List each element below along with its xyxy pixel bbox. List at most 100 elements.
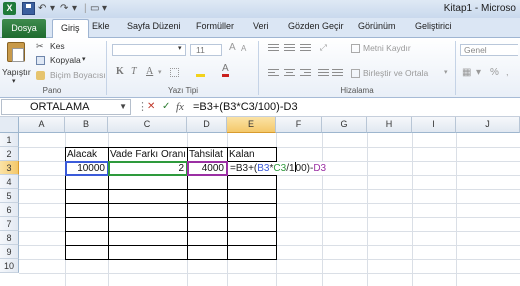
tab-formulas[interactable]: Formüller <box>196 21 234 31</box>
align-center-icon[interactable] <box>284 69 295 78</box>
font-size-dropdown[interactable]: 11 <box>190 44 222 56</box>
increase-indent-icon[interactable] <box>332 69 343 78</box>
formula-input[interactable]: =B3+(B3*C3/100)-D3 <box>193 99 519 115</box>
align-right-icon[interactable] <box>300 69 311 78</box>
underline-dropdown-icon[interactable]: ▾ <box>158 68 162 76</box>
undo-dropdown-icon[interactable]: ▾ <box>50 2 55 15</box>
customize-qat-icon[interactable]: ▾ <box>102 2 107 15</box>
column-header-g[interactable]: G <box>322 117 367 133</box>
number-format-value: Genel <box>464 45 487 55</box>
align-middle-icon[interactable] <box>284 44 295 53</box>
tab-file[interactable]: Dosya <box>2 19 46 38</box>
merge-center-icon[interactable] <box>351 69 360 78</box>
tab-page-layout[interactable]: Sayfa Düzeni <box>127 21 181 31</box>
tab-review[interactable]: Gözden Geçir <box>288 21 344 31</box>
row-header-6[interactable]: 6 <box>0 203 19 217</box>
shrink-font-icon[interactable]: A <box>241 44 246 53</box>
row-header-4[interactable]: 4 <box>0 175 19 189</box>
column-header-d[interactable]: D <box>187 117 227 133</box>
paste-icon[interactable] <box>7 42 25 62</box>
cell-e3-editor[interactable]: =B3+(B3*C3/100)-D3 <box>228 162 328 175</box>
decrease-indent-icon[interactable] <box>318 69 329 78</box>
grow-font-icon[interactable]: A <box>229 42 236 53</box>
percent-style-icon[interactable]: % <box>490 67 499 78</box>
select-all-corner[interactable] <box>0 117 19 133</box>
worksheet-grid[interactable]: A B C D E F G H I J 1 2 3 4 5 6 7 8 9 10… <box>0 117 520 286</box>
row-header-9[interactable]: 9 <box>0 245 19 259</box>
redo-dropdown-icon[interactable]: ▾ <box>72 2 77 15</box>
number-format-dropdown[interactable]: Genel <box>460 44 518 56</box>
excel-logo-icon[interactable]: X <box>3 2 16 15</box>
format-painter-icon[interactable] <box>36 71 45 80</box>
enter-entry-icon[interactable]: ✓ <box>162 99 170 115</box>
fill-color-icon[interactable] <box>196 68 205 77</box>
accounting-dropdown-icon[interactable]: ▾ <box>476 67 481 78</box>
merge-dropdown-icon[interactable]: ▾ <box>444 68 448 76</box>
column-header-f[interactable]: F <box>276 117 322 133</box>
tab-view[interactable]: Görünüm <box>358 21 396 31</box>
row-header-5[interactable]: 5 <box>0 189 19 203</box>
wrap-text-icon[interactable] <box>351 44 360 53</box>
cut-icon[interactable]: ✂ <box>36 41 45 51</box>
column-header-e[interactable]: E <box>227 117 276 133</box>
merge-center-button[interactable]: Birleştir ve Ortala <box>363 68 428 78</box>
cell-d2[interactable]: Tahsilat <box>187 148 227 162</box>
cell-b2[interactable]: Alacak <box>65 148 108 162</box>
paste-button[interactable]: Yapıştır <box>2 67 31 77</box>
insert-function-icon[interactable]: fx <box>176 99 184 115</box>
italic-icon[interactable]: T <box>131 66 137 77</box>
wrap-text-button[interactable]: Metni Kaydır <box>363 43 411 53</box>
name-box[interactable]: ORTALAMA ▼ <box>1 99 131 115</box>
cell-e2[interactable]: Kalan <box>227 148 276 162</box>
column-header-b[interactable]: B <box>65 117 108 133</box>
row-header-10[interactable]: 10 <box>0 259 19 273</box>
font-color-icon[interactable]: A <box>222 64 229 77</box>
column-header-h[interactable]: H <box>367 117 412 133</box>
new-document-icon[interactable]: ▭ <box>90 2 99 15</box>
cell-c2[interactable]: Vade Farkı Oranı <box>108 148 187 162</box>
separator-icon: | <box>84 3 87 14</box>
column-header-j[interactable]: J <box>456 117 520 133</box>
borders-icon[interactable] <box>170 68 179 77</box>
title-bar: X ↶ ▾ ↷ ▾ | ▭ ▾ Kitap1 - Microso <box>0 0 520 18</box>
name-box-dropdown-icon[interactable]: ▼ <box>119 100 127 114</box>
orientation-icon[interactable]: ⤢ <box>320 42 327 53</box>
align-left-icon[interactable] <box>268 69 279 78</box>
accounting-format-icon[interactable]: ▦ <box>462 67 471 78</box>
align-top-icon[interactable] <box>268 44 279 53</box>
font-name-dropdown[interactable] <box>112 44 186 56</box>
paste-dropdown-icon[interactable]: ▾ <box>12 77 16 85</box>
undo-icon[interactable]: ↶ <box>38 2 46 15</box>
redo-icon[interactable]: ↷ <box>60 2 68 15</box>
alignment-group-label: Hizalama <box>340 86 374 95</box>
format-painter-button[interactable]: Biçim Boyacısı <box>50 70 106 80</box>
table-border <box>65 189 276 190</box>
tab-home[interactable]: Giriş <box>52 19 89 39</box>
row-header-8[interactable]: 8 <box>0 231 19 245</box>
row-header-2[interactable]: 2 <box>0 147 19 161</box>
copy-icon[interactable] <box>36 56 45 65</box>
row-header-3[interactable]: 3 <box>0 161 19 175</box>
copy-button[interactable]: Kopyala <box>50 55 81 65</box>
reference-highlight-b3 <box>65 161 109 176</box>
save-icon[interactable] <box>22 2 35 15</box>
column-header-c[interactable]: C <box>108 117 187 133</box>
row-header-1[interactable]: 1 <box>0 133 19 147</box>
comma-style-icon[interactable]: , <box>506 67 509 77</box>
underline-icon[interactable]: A <box>146 66 153 77</box>
cancel-entry-icon[interactable]: ✕ <box>147 99 155 115</box>
formula-ref-d3: D3 <box>313 163 327 174</box>
column-header-i[interactable]: I <box>412 117 456 133</box>
tab-data[interactable]: Veri <box>253 21 269 31</box>
bold-icon[interactable]: K <box>116 66 124 77</box>
copy-dropdown-icon[interactable]: ▾ <box>82 55 86 63</box>
align-bottom-icon[interactable] <box>300 44 311 53</box>
formula-ref-c3: C3 <box>273 163 287 174</box>
tab-insert[interactable]: Ekle <box>92 21 110 31</box>
cut-button[interactable]: Kes <box>50 41 65 51</box>
column-header-a[interactable]: A <box>19 117 65 133</box>
formula-part: 00)- <box>295 163 314 174</box>
font-group-label: Yazı Tipi <box>167 86 199 95</box>
row-header-7[interactable]: 7 <box>0 217 19 231</box>
tab-developer[interactable]: Geliştirici <box>415 21 452 31</box>
